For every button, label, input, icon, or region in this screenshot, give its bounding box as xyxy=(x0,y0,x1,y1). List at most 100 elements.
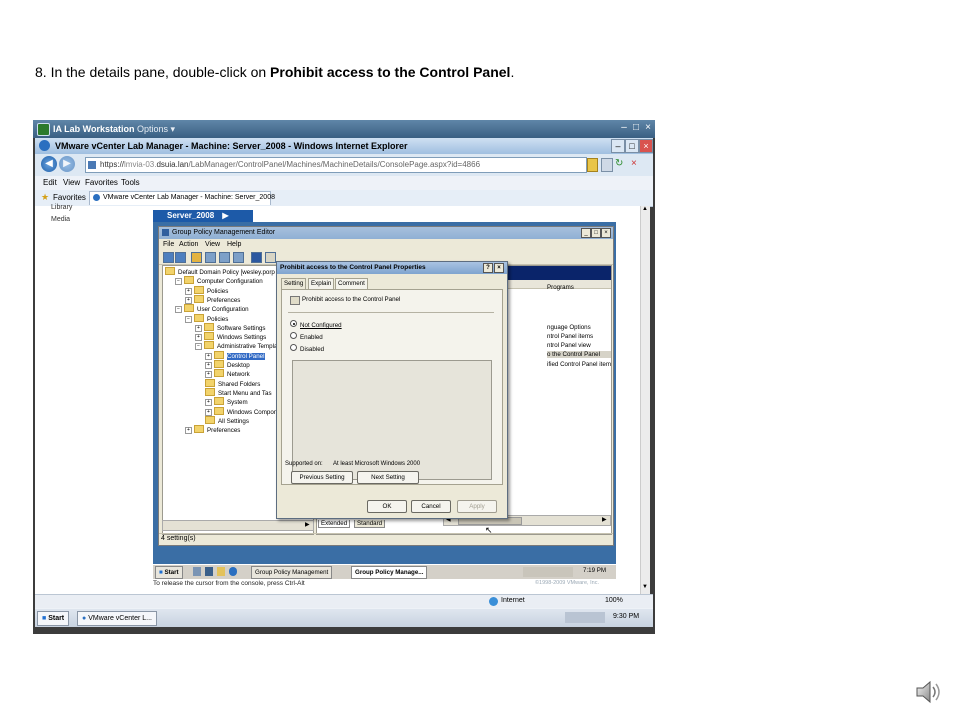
expand-icon[interactable]: + xyxy=(205,352,212,360)
close-icon[interactable]: × xyxy=(643,122,653,134)
host-start-button[interactable]: ■ Start xyxy=(37,611,70,626)
browser-tab[interactable]: VMware vCenter Lab Manager - Machine: Se… xyxy=(89,191,275,205)
restore-icon[interactable]: □ xyxy=(631,122,641,134)
tb-properties-icon[interactable] xyxy=(233,252,244,263)
menu-view[interactable]: View xyxy=(63,178,80,187)
policy-row[interactable]: nguage Options xyxy=(547,324,591,331)
gpme-menu-view[interactable]: View xyxy=(205,241,220,248)
dialog-help-icon[interactable]: ? xyxy=(483,263,493,273)
tree-node[interactable]: + System xyxy=(205,397,248,407)
sidebar-item-media[interactable]: Media xyxy=(51,216,70,223)
menu-favorites[interactable]: Favorites xyxy=(85,178,118,187)
gpme-menu-action[interactable]: Action xyxy=(179,241,198,248)
expand-icon[interactable]: + xyxy=(185,287,192,295)
cancel-button[interactable]: Cancel xyxy=(411,500,451,513)
expand-icon[interactable]: + xyxy=(205,408,212,416)
expand-icon[interactable]: + xyxy=(205,399,212,407)
gpme-minimize-icon[interactable]: _ xyxy=(581,228,591,238)
radio-not-configured[interactable]: Not Configured xyxy=(290,320,342,329)
tree-node[interactable]: + Preferences xyxy=(185,294,240,304)
ie-vscrollbar[interactable]: ▲ ▼ xyxy=(640,206,650,594)
address-field[interactable]: https://lmvia-03.dsuia.lan/LabManager/Co… xyxy=(85,157,587,173)
gpme-menu-file[interactable]: File xyxy=(163,241,174,248)
previous-setting-button[interactable]: Previous Setting xyxy=(291,471,353,484)
tb-filter-icon[interactable] xyxy=(265,252,276,263)
scroll-down-icon[interactable]: ▼ xyxy=(642,584,648,590)
tb-forward-icon[interactable] xyxy=(175,252,186,263)
tree-node[interactable]: + Policies xyxy=(185,285,228,295)
tab-extended[interactable]: Extended xyxy=(318,520,351,528)
tree-scroll-right-icon[interactable]: ▶ xyxy=(305,521,310,528)
policy-row[interactable]: ntrol Panel items xyxy=(547,333,593,340)
minimize-icon[interactable]: – xyxy=(619,122,629,134)
policy-row[interactable]: Programs xyxy=(547,284,574,291)
collapse-icon[interactable]: − xyxy=(195,343,202,351)
tb-show-hide-icon[interactable] xyxy=(205,252,216,263)
tree-node[interactable]: − Policies xyxy=(185,313,228,323)
menu-edit[interactable]: Edit xyxy=(43,178,57,187)
quicklaunch-ie-icon[interactable] xyxy=(229,567,237,576)
menu-tools[interactable]: Tools xyxy=(121,178,140,187)
radio-enabled[interactable]: Enabled xyxy=(290,332,323,341)
tb-export-icon[interactable] xyxy=(219,252,230,263)
ie-restore-icon[interactable]: □ xyxy=(625,139,639,153)
tree-node[interactable]: Shared Folders xyxy=(205,378,260,388)
policy-row[interactable]: ntrol Panel view xyxy=(547,342,591,349)
guest-task-gpm[interactable]: Group Policy Management xyxy=(251,566,333,579)
tab-explain[interactable]: Explain xyxy=(308,278,335,289)
details-scroll-right-icon[interactable]: ▶ xyxy=(602,516,607,523)
tb-back-icon[interactable] xyxy=(163,252,174,263)
favorites-button[interactable]: Favorites xyxy=(53,193,86,202)
tab-comment[interactable]: Comment xyxy=(335,278,368,289)
expand-icon[interactable]: + xyxy=(185,427,192,435)
server-tab[interactable]: Server_2008 ▶ xyxy=(153,210,253,222)
quicklaunch-server-icon[interactable] xyxy=(193,567,201,576)
dialog-close-icon[interactable]: × xyxy=(494,263,504,273)
ia-options-menu[interactable]: Options ▾ xyxy=(137,124,175,135)
expand-icon[interactable]: + xyxy=(205,362,212,369)
stop-icon[interactable]: × xyxy=(631,158,641,170)
tree-node[interactable]: + Software Settings xyxy=(195,322,266,332)
tree-node[interactable]: − Computer Configuration xyxy=(175,276,263,286)
refresh-icon[interactable]: ↻ xyxy=(615,158,625,170)
compat-view-icon[interactable] xyxy=(601,158,613,172)
tb-help-icon[interactable] xyxy=(251,252,262,263)
guest-start-button[interactable]: ■ Start xyxy=(155,566,183,579)
tree-node[interactable]: − Administrative Template xyxy=(195,341,283,351)
ok-button[interactable]: OK xyxy=(367,500,407,513)
tree-node[interactable]: Default Domain Policy [wesley.porp xyxy=(165,267,275,276)
zoom-level[interactable]: 100% xyxy=(605,597,623,604)
expand-icon[interactable]: + xyxy=(195,324,202,332)
back-arrow-icon[interactable]: ◀ xyxy=(41,156,57,172)
apply-button[interactable]: Apply xyxy=(457,500,497,513)
tree-node[interactable]: + Network xyxy=(205,369,250,379)
policy-row[interactable]: o the Control Panel xyxy=(547,351,611,358)
tree-node[interactable]: All Settings xyxy=(205,415,249,425)
guest-task-gpme[interactable]: Group Policy Manage... xyxy=(351,566,428,579)
gpme-maximize-icon[interactable]: □ xyxy=(591,228,601,238)
collapse-icon[interactable]: − xyxy=(185,315,192,323)
tab-setting[interactable]: Setting xyxy=(281,278,307,289)
tb-up-icon[interactable] xyxy=(191,252,202,263)
scroll-up-icon[interactable]: ▲ xyxy=(642,206,648,212)
tree-node[interactable]: − User Configuration xyxy=(175,304,249,314)
policy-row[interactable]: ified Control Panel items xyxy=(547,361,611,368)
speaker-icon[interactable] xyxy=(913,677,943,707)
tree-node[interactable]: + Windows Componen xyxy=(205,406,284,416)
vm-console[interactable]: Group Policy Management Editor _ □ × Fil… xyxy=(153,222,616,566)
quicklaunch-explorer-icon[interactable] xyxy=(217,567,225,576)
tree-node[interactable]: Start Menu and Tas xyxy=(205,387,272,397)
forward-arrow-icon[interactable]: ▶ xyxy=(59,156,75,172)
tree-node[interactable]: + Windows Settings xyxy=(195,332,266,342)
tab-standard[interactable]: Standard xyxy=(354,520,386,528)
next-setting-button[interactable]: Next Setting xyxy=(357,471,419,484)
collapse-icon[interactable]: − xyxy=(175,278,182,286)
tree-node[interactable]: + Preferences xyxy=(185,425,240,435)
ie-close-icon[interactable]: × xyxy=(639,139,653,153)
expand-icon[interactable]: + xyxy=(195,334,202,342)
quicklaunch-powershell-icon[interactable] xyxy=(205,567,213,576)
tree-hscrollbar[interactable]: ▶ xyxy=(162,520,314,531)
sidebar-item-library[interactable]: Library xyxy=(51,204,72,211)
gpme-close-icon[interactable]: × xyxy=(601,228,611,238)
ie-minimize-icon[interactable]: – xyxy=(611,139,625,153)
